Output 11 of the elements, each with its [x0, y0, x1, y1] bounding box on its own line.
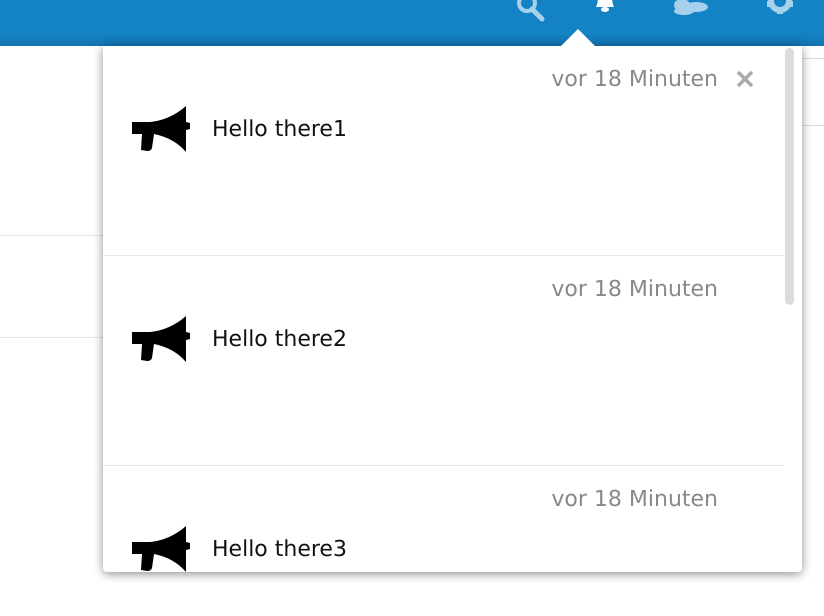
notification-message: Hello there2 — [212, 326, 347, 352]
notification-message: Hello there3 — [212, 536, 347, 562]
notification-time: vor 18 Minuten — [551, 486, 718, 512]
megaphone-icon — [130, 314, 190, 364]
megaphone-icon — [130, 524, 190, 572]
notification-time: vor 18 Minuten — [551, 66, 718, 92]
close-icon[interactable] — [734, 68, 756, 90]
notification-message: Hello there1 — [212, 116, 347, 142]
megaphone-icon — [130, 104, 190, 154]
scrollbar[interactable] — [785, 48, 794, 305]
notification-time: vor 18 Minuten — [551, 276, 718, 302]
